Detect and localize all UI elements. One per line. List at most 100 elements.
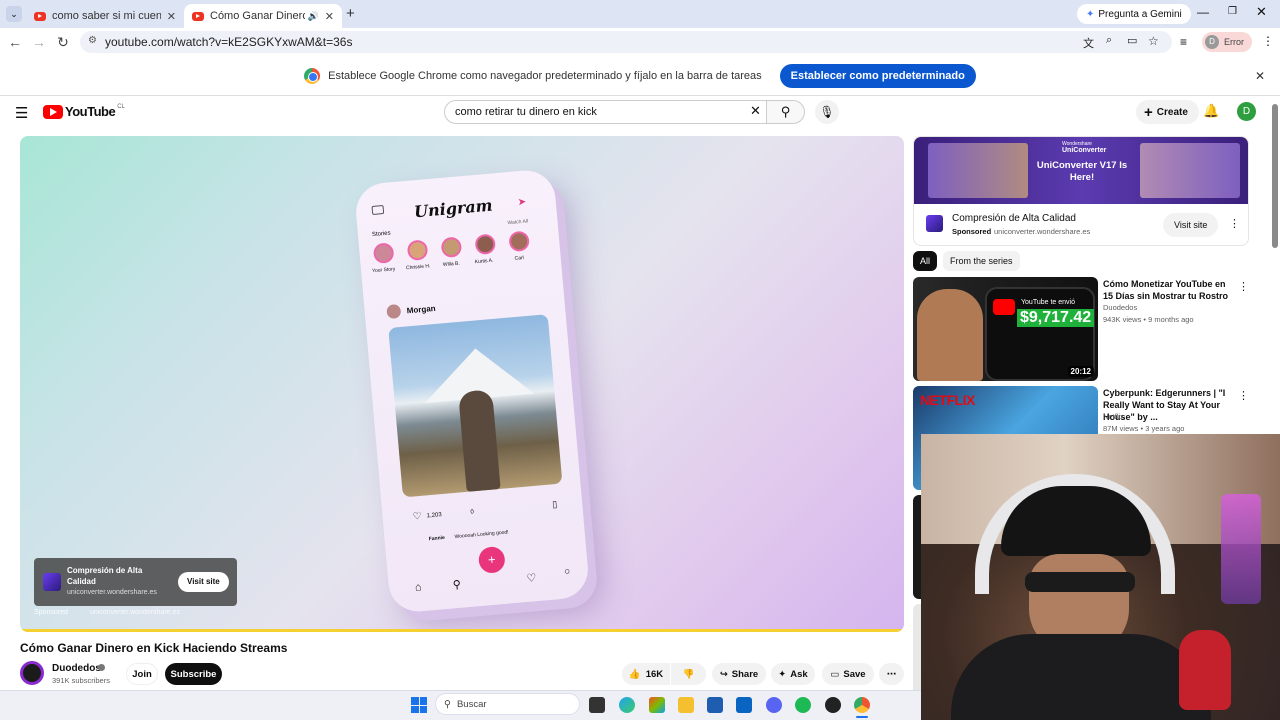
ask-label: Ask <box>790 668 808 680</box>
ad-banner[interactable]: Wondershare UniConverter UniConverter V1… <box>914 137 1248 204</box>
ask-button[interactable]: ✦ Ask <box>771 663 815 685</box>
tab-1-label: como saber si mi cuenta corrien <box>52 10 161 22</box>
voice-search-button[interactable]: 🎙 <box>815 100 839 124</box>
sponsored-domain: uniconverter.wondershare.es <box>90 609 180 616</box>
more-actions-button[interactable]: ⋯ <box>879 663 904 685</box>
outlook-icon[interactable] <box>736 697 752 713</box>
address-bar[interactable]: ⚙ youtube.com/watch?v=kE2SGKYxwAM&t=36s … <box>80 31 1172 53</box>
forward-button[interactable]: → <box>27 30 51 54</box>
comment-count: 0 <box>470 509 475 516</box>
url-text[interactable]: youtube.com/watch?v=kE2SGKYxwAM&t=36s <box>105 35 352 49</box>
video-player[interactable]: Unigram ➤ Stories Watch All Your Story C… <box>20 136 904 632</box>
tab-2-close-icon[interactable]: ✕ <box>319 10 334 23</box>
dislike-button[interactable]: 👎 <box>671 663 706 685</box>
channel-avatar[interactable] <box>20 661 44 685</box>
related-channel[interactable]: Duodedos <box>1103 303 1137 312</box>
subscribe-button[interactable]: Subscribe <box>165 663 222 685</box>
gemini-label: Pregunta a Gemini <box>1098 8 1182 20</box>
zoom-icon[interactable]: ⌕ <box>1106 34 1112 47</box>
ad-brand: UniConverter <box>1062 147 1107 154</box>
minimize-button[interactable]: — <box>1197 5 1209 19</box>
story-avatar <box>406 239 429 262</box>
verified-icon <box>98 664 105 671</box>
side-ad-visit-button[interactable]: Visit site <box>1163 213 1219 237</box>
story-name: Kurtis A. <box>474 257 494 266</box>
home-icon: ⌂ <box>414 581 423 594</box>
related-title[interactable]: Cómo Monetizar YouTube en 15 Días sin Mo… <box>1103 278 1233 302</box>
reload-button[interactable]: ↻ <box>51 30 75 54</box>
infobar-text: Establece Google Chrome como navegador p… <box>328 69 762 82</box>
join-button[interactable]: Join <box>126 663 158 685</box>
chip-all[interactable]: All <box>913 251 938 271</box>
windows-start-icon[interactable] <box>411 697 427 713</box>
like-button[interactable]: 👍 16K <box>622 663 670 685</box>
ad-title: Compresión de Alta Calidad <box>67 566 143 586</box>
edge-icon[interactable] <box>619 697 635 713</box>
phone-mockup: Unigram ➤ Stories Watch All Your Story C… <box>353 168 591 614</box>
app-icon[interactable] <box>825 697 841 713</box>
close-window-button[interactable]: ✕ <box>1256 4 1267 20</box>
install-icon[interactable]: ▭ <box>1127 34 1137 47</box>
related-menu-icon[interactable]: ⋮ <box>1238 280 1249 293</box>
file-explorer-icon[interactable] <box>678 697 694 713</box>
profile-chip[interactable]: D Error <box>1202 32 1252 52</box>
tab-search-button[interactable]: ⌄ <box>6 6 22 22</box>
tab-1-close-icon[interactable]: ✕ <box>161 10 176 23</box>
chrome-taskbar-icon[interactable] <box>854 697 870 713</box>
post-username: Morgan <box>406 303 436 316</box>
back-button[interactable]: ← <box>3 30 27 54</box>
translate-icon[interactable]: 文 <box>1083 35 1094 51</box>
related-channel[interactable]: Netflix <box>1103 412 1124 421</box>
ad-logo-icon <box>43 573 61 591</box>
share-icon: ↪ <box>719 668 728 680</box>
sidebar-ad[interactable]: Wondershare UniConverter UniConverter V1… <box>913 136 1249 246</box>
search-button[interactable]: ⚲ <box>766 100 805 124</box>
microsoft-store-icon[interactable] <box>707 697 723 713</box>
search-input[interactable]: como retirar tu dinero en kick <box>444 100 767 124</box>
task-view-icon[interactable] <box>589 697 605 713</box>
store-icon[interactable] <box>649 697 665 713</box>
set-default-button[interactable]: Establecer como predeterminado <box>779 63 976 88</box>
tab-1[interactable]: como saber si mi cuenta corrien ✕ <box>26 4 184 28</box>
spotify-icon[interactable] <box>795 697 811 713</box>
add-post-icon: + <box>477 545 506 575</box>
channel-name[interactable]: Duodedos <box>52 663 101 674</box>
create-button[interactable]: + Create <box>1136 100 1199 124</box>
site-info-icon[interactable]: ⚙ <box>88 35 97 46</box>
camera-icon <box>371 205 385 216</box>
create-label: Create <box>1156 106 1188 118</box>
like-icon: ♡ <box>412 510 423 523</box>
video-progress-bar[interactable] <box>20 629 904 632</box>
sponsored-label: Sponsored <box>34 609 68 616</box>
video-ad-overlay[interactable]: Compresión de Alta Calidad uniconverter.… <box>34 558 237 606</box>
story-name: Willa B. <box>442 260 461 269</box>
hamburger-menu-icon[interactable]: ☰ <box>15 104 28 122</box>
taskbar-search-input[interactable]: ⚲ Buscar <box>435 693 580 715</box>
bookmark-star-icon[interactable]: ☆ <box>1148 34 1159 48</box>
account-avatar[interactable]: D <box>1237 102 1256 121</box>
new-tab-button[interactable]: + <box>346 5 355 22</box>
tab-2[interactable]: Cómo Ganar Dinero en Kick 🔊 ✕ <box>184 4 342 28</box>
related-thumbnail[interactable]: YouTube te envió $9,717.42 20:12 <box>913 277 1098 381</box>
ad-visit-button[interactable]: Visit site <box>178 572 229 592</box>
infobar-close-icon[interactable]: ✕ <box>1255 69 1265 83</box>
speaker-icon[interactable]: 🔊 <box>308 11 319 22</box>
notifications-bell-icon[interactable]: 🔔 <box>1203 103 1219 119</box>
side-ad-menu-icon[interactable]: ⋮ <box>1229 217 1240 230</box>
reading-list-icon[interactable]: ≡ <box>1180 35 1187 49</box>
person-silhouette <box>458 389 501 492</box>
related-menu-icon[interactable]: ⋮ <box>1238 389 1249 402</box>
share-button[interactable]: ↪ Share <box>712 663 766 685</box>
discord-icon[interactable] <box>766 697 782 713</box>
save-button[interactable]: ▭ Save <box>822 663 874 685</box>
page-scrollbar[interactable] <box>1272 104 1278 248</box>
post-avatar <box>386 303 402 320</box>
clear-search-icon[interactable]: ✕ <box>750 103 761 119</box>
restore-button[interactable]: ❐ <box>1228 6 1237 17</box>
gemini-button[interactable]: ✦ Pregunta a Gemini <box>1077 4 1191 24</box>
chip-from-series[interactable]: From the series <box>943 251 1020 271</box>
youtube-logo[interactable]: YouTube CL <box>43 104 125 119</box>
ad-domain: uniconverter.wondershare.es <box>67 589 157 596</box>
chrome-active-indicator <box>856 716 868 718</box>
chrome-menu-icon[interactable]: ⋮ <box>1262 34 1274 48</box>
